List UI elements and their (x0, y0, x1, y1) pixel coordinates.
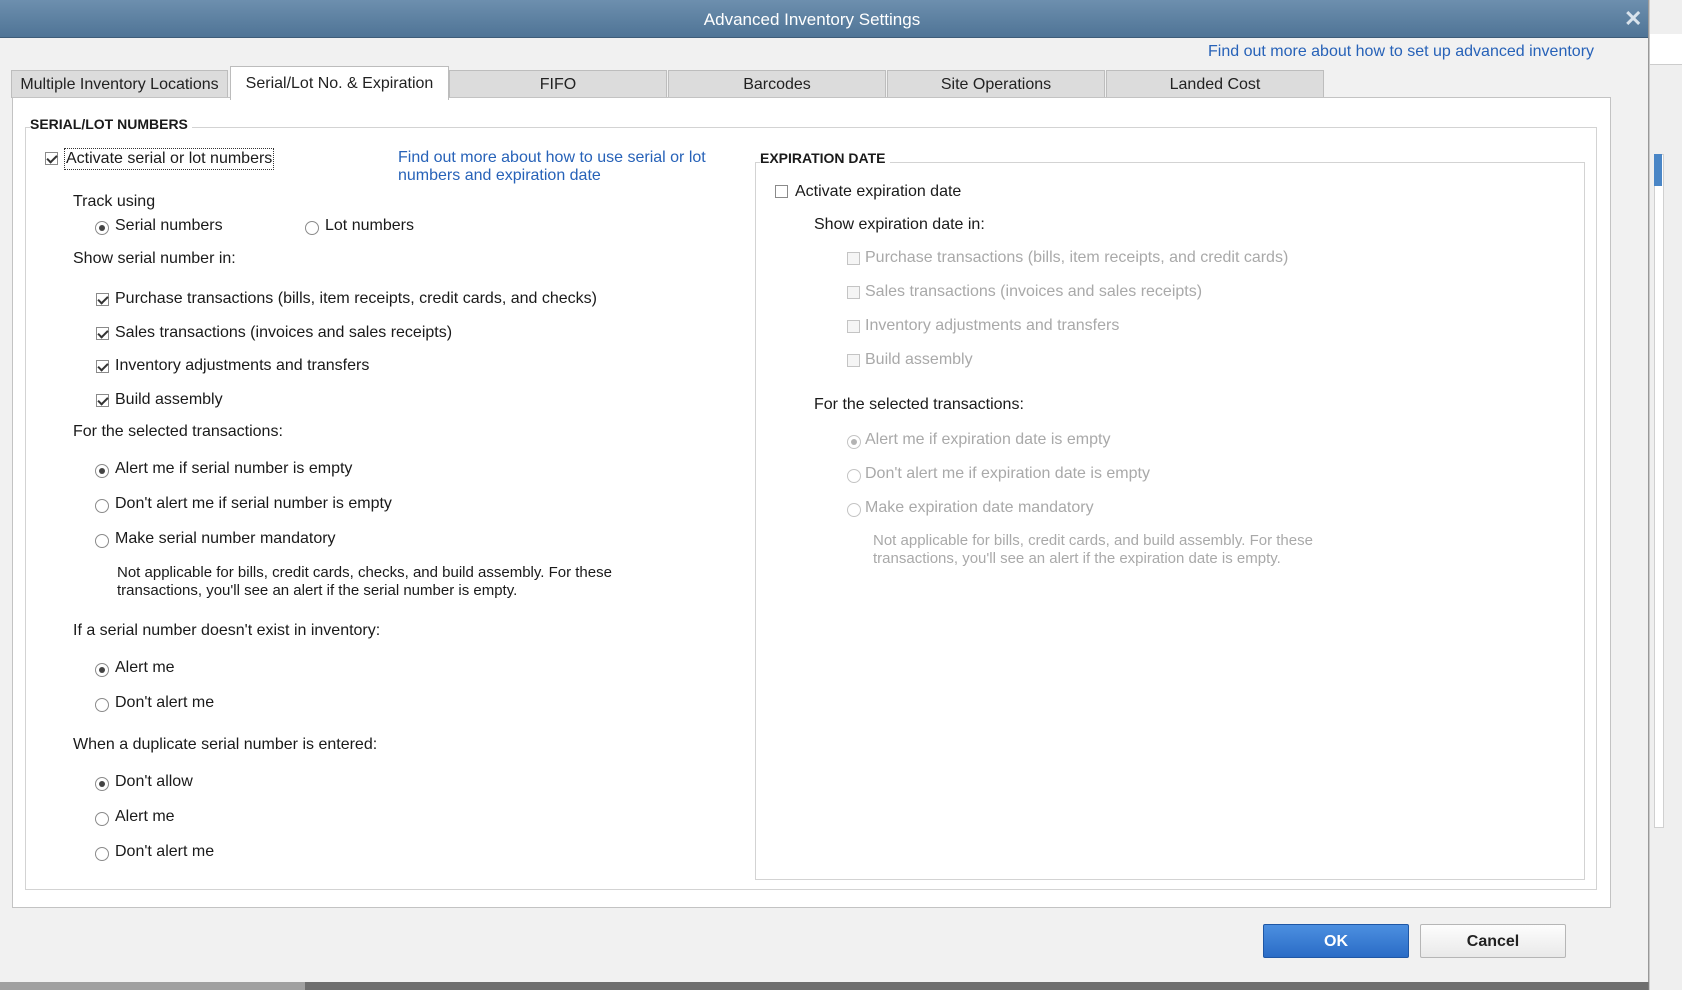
background-window-edge (1649, 0, 1682, 990)
close-icon[interactable]: ✕ (1624, 6, 1642, 32)
not-exist-dont-alert-radio[interactable] (95, 698, 109, 712)
expiration-section-title: EXPIRATION DATE (760, 150, 890, 166)
expiration-inventory-adjustments-label: Inventory adjustments and transfers (865, 317, 1120, 334)
background-window-header (1650, 34, 1682, 65)
activate-serial-lot-checkbox[interactable] (45, 152, 58, 165)
ok-button[interactable]: OK (1263, 924, 1409, 958)
dont-alert-if-serial-empty-label[interactable]: Don't alert me if serial number is empty (115, 495, 392, 513)
advanced-inventory-settings-dialog: Advanced Inventory Settings ✕ Find out m… (0, 0, 1649, 982)
expiration-build-assembly-checkbox[interactable] (847, 354, 860, 367)
serial-build-assembly-label[interactable]: Build assembly (115, 391, 223, 409)
alert-if-expiration-empty-radio[interactable] (847, 435, 861, 449)
duplicate-dont-allow-label[interactable]: Don't allow (115, 773, 193, 791)
serial-inventory-adjustments-label[interactable]: Inventory adjustments and transfers (115, 357, 369, 375)
duplicate-dont-alert-label[interactable]: Don't alert me (115, 843, 214, 861)
expiration-purchase-label: Purchase transactions (bills, item recei… (865, 249, 1289, 266)
duplicate-dont-allow-radio[interactable] (95, 777, 109, 791)
expiration-purchase-checkbox[interactable] (847, 252, 860, 265)
show-serial-in-label: Show serial number in: (73, 250, 236, 267)
track-using-label: Track using (73, 193, 156, 210)
tab-panel: SERIAL/LOT NUMBERS Activate serial or lo… (12, 97, 1611, 908)
background-scrollbar-thumb[interactable] (1654, 154, 1662, 186)
activate-serial-lot-label[interactable]: Activate serial or lot numbers (63, 148, 275, 170)
serial-sales-label[interactable]: Sales transactions (invoices and sales r… (115, 324, 452, 342)
serial-lot-section-title: SERIAL/LOT NUMBERS (30, 116, 192, 132)
make-expiration-mandatory-radio[interactable] (847, 503, 861, 517)
expiration-note-line1: Not applicable for bills, credit cards, … (873, 532, 1313, 549)
alert-if-serial-empty-radio[interactable] (95, 464, 109, 478)
tab-serial-lot-expiration[interactable]: Serial/Lot No. & Expiration (230, 66, 449, 100)
make-expiration-mandatory-label: Make expiration date mandatory (865, 499, 1094, 516)
show-expiration-in-label: Show expiration date in: (814, 216, 985, 233)
tab-multiple-inventory-locations[interactable]: Multiple Inventory Locations (11, 70, 228, 98)
tab-landed-cost[interactable]: Landed Cost (1106, 70, 1324, 98)
alert-if-serial-empty-label[interactable]: Alert me if serial number is empty (115, 460, 352, 478)
not-exist-alert-me-radio[interactable] (95, 663, 109, 677)
setup-advanced-inventory-link[interactable]: Find out more about how to set up advanc… (1208, 43, 1594, 61)
expiration-sales-label: Sales transactions (invoices and sales r… (865, 283, 1203, 300)
activate-expiration-checkbox[interactable] (775, 185, 788, 198)
expiration-group (755, 162, 1585, 880)
expiration-inventory-adjustments-checkbox[interactable] (847, 320, 860, 333)
make-serial-mandatory-radio[interactable] (95, 534, 109, 548)
tab-barcodes[interactable]: Barcodes (668, 70, 886, 98)
expiration-build-assembly-label: Build assembly (865, 351, 973, 368)
title-bar[interactable]: Advanced Inventory Settings ✕ (0, 0, 1648, 38)
tab-fifo[interactable]: FIFO (449, 70, 667, 98)
dont-alert-if-expiration-empty-radio[interactable] (847, 469, 861, 483)
lot-numbers-radio[interactable] (305, 221, 319, 235)
serial-not-exist-label: If a serial number doesn't exist in inve… (73, 622, 381, 639)
not-exist-dont-alert-label[interactable]: Don't alert me (115, 694, 214, 712)
expiration-note-line2: transactions, you'll see an alert if the… (873, 550, 1281, 567)
background-bottom-strip-light (0, 982, 305, 990)
serial-lot-help-link-line1[interactable]: Find out more about how to use serial or… (398, 149, 706, 167)
serial-numbers-label[interactable]: Serial numbers (115, 217, 223, 235)
serial-numbers-radio[interactable] (95, 221, 109, 235)
serial-note-line2: transactions, you'll see an alert if the… (117, 582, 518, 599)
serial-purchase-checkbox[interactable] (96, 293, 109, 306)
alert-if-expiration-empty-label: Alert me if expiration date is empty (865, 431, 1111, 448)
serial-inventory-adjustments-checkbox[interactable] (96, 360, 109, 373)
duplicate-alert-me-radio[interactable] (95, 812, 109, 826)
serial-lot-help-link-line2[interactable]: numbers and expiration date (398, 167, 601, 185)
dont-alert-if-expiration-empty-label: Don't alert me if expiration date is emp… (865, 465, 1150, 482)
expiration-sales-checkbox[interactable] (847, 286, 860, 299)
duplicate-dont-alert-radio[interactable] (95, 847, 109, 861)
lot-numbers-label[interactable]: Lot numbers (325, 217, 414, 235)
background-scrollbar[interactable] (1654, 154, 1664, 828)
serial-for-selected-label: For the selected transactions: (73, 423, 283, 440)
serial-purchase-label[interactable]: Purchase transactions (bills, item recei… (115, 290, 597, 308)
serial-note-line1: Not applicable for bills, credit cards, … (117, 564, 612, 581)
serial-sales-checkbox[interactable] (96, 327, 109, 340)
activate-expiration-label[interactable]: Activate expiration date (795, 183, 961, 201)
serial-build-assembly-checkbox[interactable] (96, 394, 109, 407)
duplicate-serial-label: When a duplicate serial number is entere… (73, 736, 378, 753)
expiration-for-selected-label: For the selected transactions: (814, 396, 1024, 413)
cancel-button[interactable]: Cancel (1420, 924, 1566, 958)
tab-site-operations[interactable]: Site Operations (887, 70, 1105, 98)
window-title: Advanced Inventory Settings (703, 10, 921, 29)
make-serial-mandatory-label[interactable]: Make serial number mandatory (115, 530, 336, 548)
dont-alert-if-serial-empty-radio[interactable] (95, 499, 109, 513)
duplicate-alert-me-label[interactable]: Alert me (115, 808, 175, 826)
not-exist-alert-me-label[interactable]: Alert me (115, 659, 175, 677)
